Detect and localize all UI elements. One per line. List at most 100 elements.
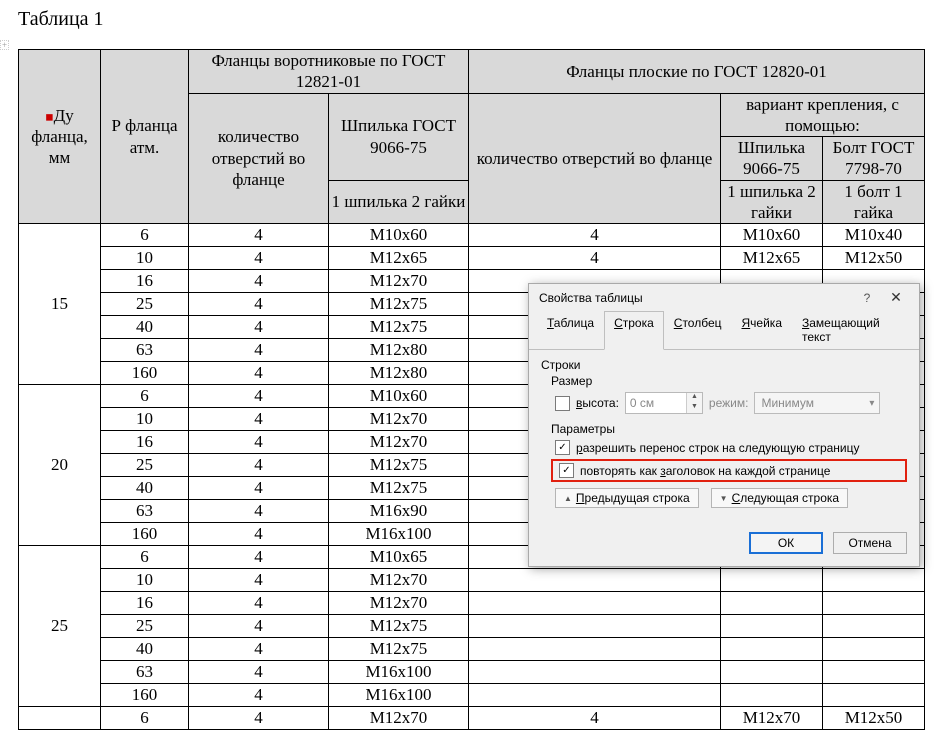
- close-icon[interactable]: ✕: [879, 289, 913, 306]
- s-cell: М10х60: [329, 224, 469, 247]
- params-label: Параметры: [551, 422, 907, 436]
- p-cell: 10: [101, 569, 189, 592]
- s-cell: М12х70: [329, 569, 469, 592]
- s-cell: М12х70: [329, 431, 469, 454]
- s-cell: М12х75: [329, 316, 469, 339]
- q2-cell: [469, 684, 721, 707]
- p-cell: 6: [101, 707, 189, 730]
- s-cell: М12х70: [329, 707, 469, 730]
- v2-cell: М10х40: [823, 224, 925, 247]
- q-cell: 4: [189, 638, 329, 661]
- du-cell: 20: [19, 385, 101, 546]
- q2-cell: [469, 638, 721, 661]
- spin-down-icon[interactable]: ▼: [687, 403, 702, 413]
- repeat-header-checkbox[interactable]: [559, 463, 574, 478]
- tab-Таблица[interactable]: Таблица: [537, 311, 604, 350]
- p-cell: 10: [101, 247, 189, 270]
- highlighted-option: повторять как заголовок на каждой страни…: [551, 459, 907, 482]
- allow-break-label: разрешить перенос строк на следующую стр…: [576, 441, 860, 455]
- tab-Строка[interactable]: Строка: [604, 311, 664, 350]
- hdr-v2: Болт ГОСТ 7798-70: [823, 137, 925, 181]
- s-cell: М16х100: [329, 661, 469, 684]
- help-icon[interactable]: ?: [855, 291, 879, 305]
- s-cell: М12х65: [329, 247, 469, 270]
- s-cell: М16х90: [329, 500, 469, 523]
- p-cell: 16: [101, 592, 189, 615]
- v1-cell: [721, 592, 823, 615]
- q-cell: 4: [189, 362, 329, 385]
- height-label: высота:: [576, 396, 619, 410]
- p-cell: 10: [101, 408, 189, 431]
- tab-Столбец[interactable]: Столбец: [664, 311, 732, 350]
- repeat-header-label: повторять как заголовок на каждой страни…: [580, 464, 830, 478]
- hdr-v2s: 1 болт 1 гайка: [823, 180, 925, 224]
- v1-cell: М10х60: [721, 224, 823, 247]
- p-cell: 6: [101, 224, 189, 247]
- q2-cell: [469, 592, 721, 615]
- q-cell: 4: [189, 224, 329, 247]
- p-cell: 6: [101, 385, 189, 408]
- q-cell: 4: [189, 316, 329, 339]
- tab-Ячейка[interactable]: Ячейка: [732, 311, 793, 350]
- table-caption: Таблица 1: [18, 8, 925, 31]
- rows-group-label: Строки: [541, 358, 907, 372]
- hdr-group-right: Фланцы плоские по ГОСТ 12820-01: [469, 50, 925, 94]
- p-cell: 160: [101, 684, 189, 707]
- ok-button[interactable]: ОК: [749, 532, 823, 554]
- du-cell: [19, 707, 101, 730]
- q-cell: 4: [189, 661, 329, 684]
- q-cell: 4: [189, 546, 329, 569]
- spin-up-icon[interactable]: ▲: [687, 393, 702, 403]
- q-cell: 4: [189, 454, 329, 477]
- p-cell: 63: [101, 339, 189, 362]
- table-anchor-icon[interactable]: +: [0, 40, 9, 50]
- s-cell: М12х75: [329, 454, 469, 477]
- height-input[interactable]: [626, 393, 686, 413]
- hdr-variant: вариант крепления, с помощью:: [721, 93, 925, 137]
- s-cell: М12х80: [329, 339, 469, 362]
- q2-cell: 4: [469, 707, 721, 730]
- v1-cell: М12х65: [721, 247, 823, 270]
- size-label: Размер: [551, 374, 907, 388]
- q-cell: 4: [189, 477, 329, 500]
- s-cell: М12х75: [329, 615, 469, 638]
- v2-cell: [823, 569, 925, 592]
- height-spinner[interactable]: ▲▼: [625, 392, 703, 414]
- height-checkbox[interactable]: [555, 396, 570, 411]
- q-cell: 4: [189, 385, 329, 408]
- hdr-stud: Шпилька ГОСТ 9066-75: [329, 93, 469, 180]
- q-cell: 4: [189, 569, 329, 592]
- p-cell: 25: [101, 454, 189, 477]
- s-cell: М12х80: [329, 362, 469, 385]
- s-cell: М16х100: [329, 684, 469, 707]
- s-cell: М12х75: [329, 477, 469, 500]
- s-cell: М12х75: [329, 638, 469, 661]
- cancel-button[interactable]: Отмена: [833, 532, 907, 554]
- q-cell: 4: [189, 523, 329, 546]
- allow-break-checkbox[interactable]: [555, 440, 570, 455]
- hdr-du: ◼Ду фланца, мм: [19, 50, 101, 224]
- mode-select[interactable]: Минимум: [754, 392, 880, 414]
- q2-cell: [469, 661, 721, 684]
- hdr-stud-sub: 1 шпилька 2 гайки: [329, 180, 469, 224]
- v2-cell: [823, 638, 925, 661]
- hdr-group-left: Фланцы воротниковые по ГОСТ 12821-01: [189, 50, 469, 94]
- next-row-button[interactable]: ▼Следующая строка: [711, 488, 848, 508]
- table-properties-dialog: Свойства таблицы ? ✕ ТаблицаСтрокаСтолбе…: [528, 283, 920, 567]
- tab-Замещающий текст[interactable]: Замещающий текст: [792, 311, 911, 350]
- p-cell: 16: [101, 270, 189, 293]
- s-cell: М12х70: [329, 408, 469, 431]
- s-cell: М10х60: [329, 385, 469, 408]
- q2-cell: 4: [469, 247, 721, 270]
- v2-cell: [823, 661, 925, 684]
- q-cell: 4: [189, 431, 329, 454]
- p-cell: 40: [101, 638, 189, 661]
- s-cell: М12х75: [329, 293, 469, 316]
- p-cell: 25: [101, 615, 189, 638]
- hdr-qty1: количество отверстий во фланце: [189, 93, 329, 224]
- prev-row-button[interactable]: ▲Предыдущая строка: [555, 488, 699, 508]
- s-cell: М12х70: [329, 592, 469, 615]
- hdr-qty2: количество отверстий во фланце: [469, 93, 721, 224]
- v1-cell: [721, 661, 823, 684]
- mode-label: режим:: [709, 396, 749, 410]
